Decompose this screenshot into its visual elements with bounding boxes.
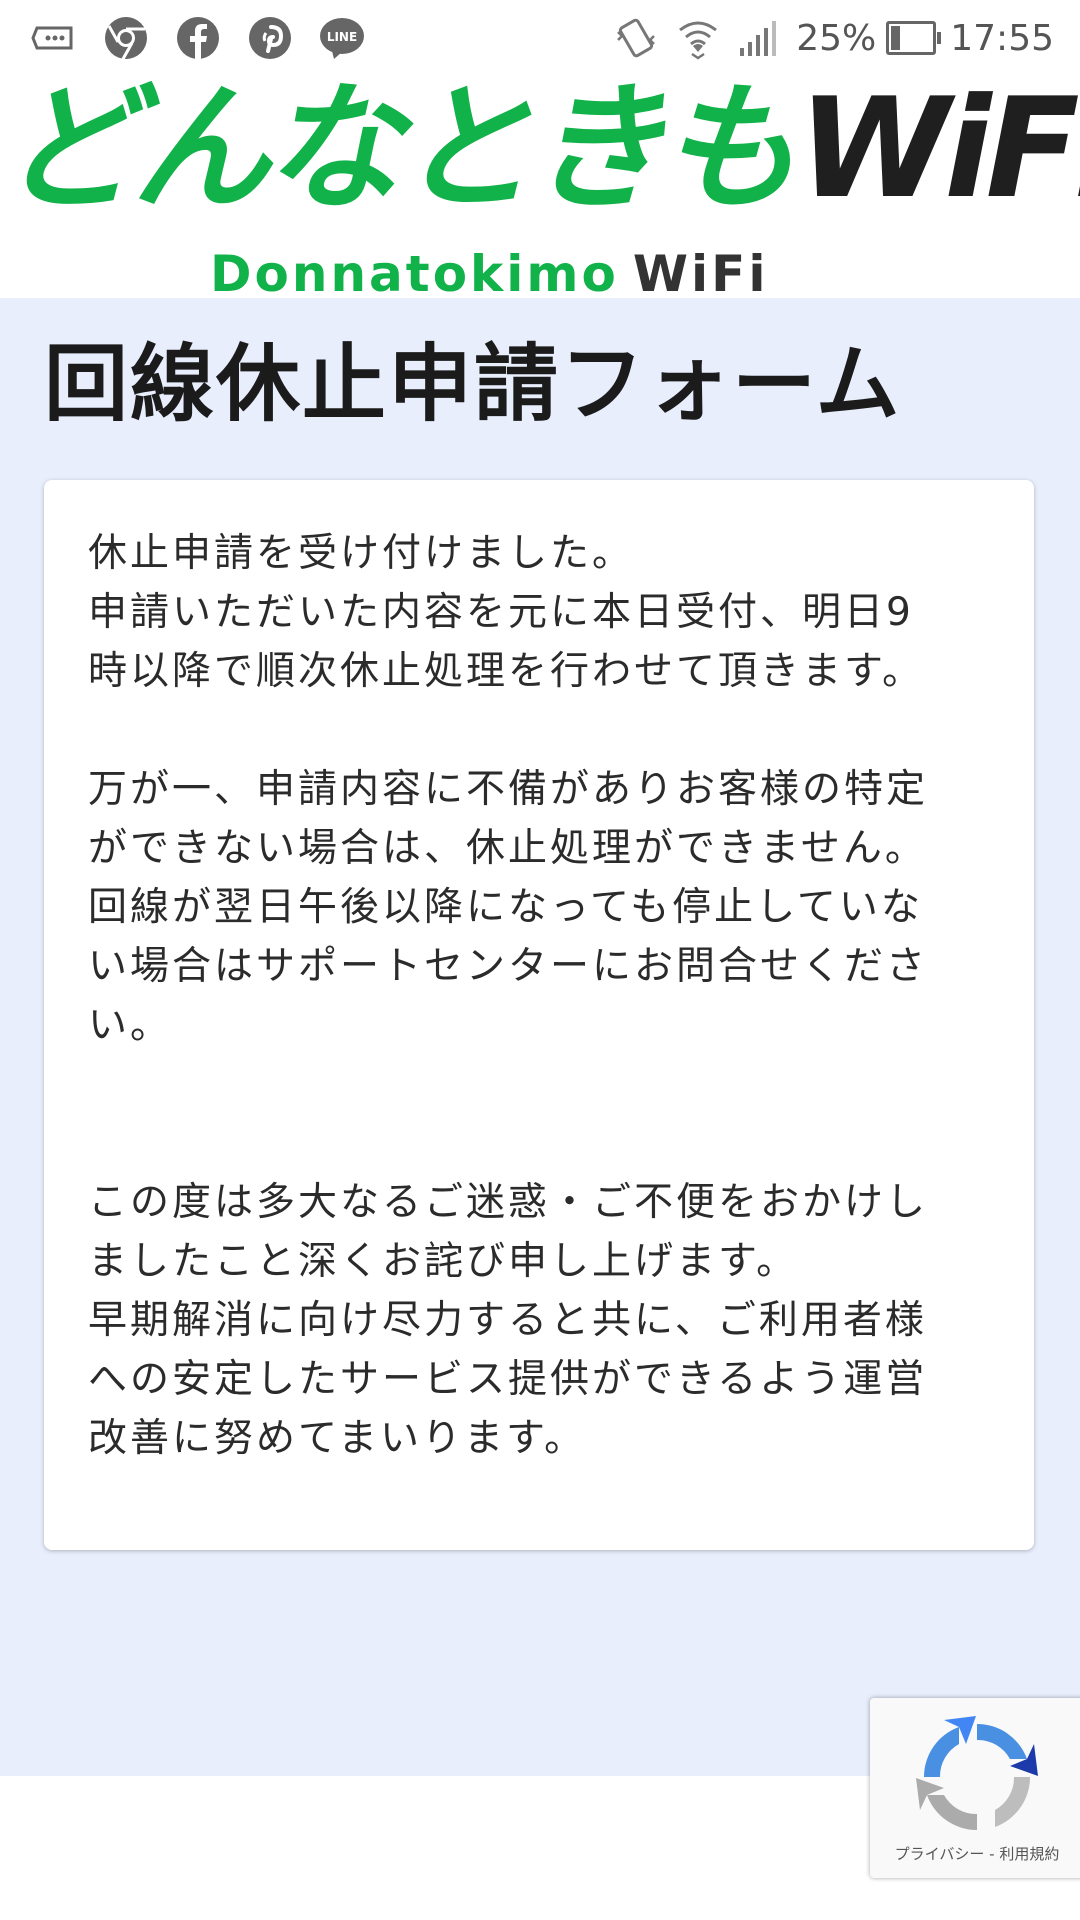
battery-icon bbox=[886, 21, 942, 55]
pinterest-icon bbox=[246, 14, 294, 62]
system-icons: 25% 17:55 bbox=[614, 10, 1054, 66]
site-logo[interactable]: どんなときもWiFi DonnatokimoWiFi bbox=[0, 76, 1080, 302]
recaptcha-icon bbox=[916, 1716, 1038, 1831]
battery-percent: 25% bbox=[796, 17, 877, 59]
facebook-icon bbox=[174, 14, 222, 62]
confirmation-card: 休止申請を受け付けました。 申請いただいた内容を元に本日受付、明日9 時以降で順… bbox=[44, 480, 1034, 1550]
logo-jp-text: どんなときも bbox=[0, 68, 798, 229]
message-line: 万が一、申請内容に不備がありお客様の特定 bbox=[88, 767, 929, 812]
logo-sub-wifi: WiFi bbox=[632, 245, 769, 303]
signal-icon bbox=[738, 18, 778, 58]
message-line: への安定したサービス提供ができるよう運営 bbox=[88, 1357, 928, 1402]
message-paragraph-3: この度は多大なるご迷惑・ご不便をおかけし ましたこと深くお詫び申し上げます。 早… bbox=[88, 1173, 992, 1468]
logo-subtitle: Donnatokimo WiFi bbox=[210, 246, 768, 302]
message-line: 休止申請を受け付けました。 bbox=[88, 531, 635, 576]
message-line: この度は多大なるご迷惑・ご不便をおかけし bbox=[88, 1180, 929, 1225]
notification-icons: LINE bbox=[30, 14, 390, 62]
message-line: ができない場合は、休止処理ができません。 bbox=[88, 826, 927, 871]
main-content: 回線休止申請フォーム 休止申請を受け付けました。 申請いただいた内容を元に本日受… bbox=[0, 298, 1080, 1776]
message-line: 時以降で順次休止処理を行わせて頂きます。 bbox=[88, 649, 925, 694]
logo-wordmark: どんなときもWiFi bbox=[0, 76, 1080, 221]
logo-sub-brand: Donnatokimo bbox=[210, 245, 619, 303]
vibrate-icon bbox=[614, 16, 658, 60]
message-line: 改善に努めてまいります。 bbox=[88, 1416, 587, 1461]
page-title: 回線休止申請フォーム bbox=[44, 335, 902, 433]
line-icon: LINE bbox=[318, 14, 366, 62]
message-paragraph-1: 休止申請を受け付けました。 申請いただいた内容を元に本日受付、明日9 時以降で順… bbox=[88, 524, 992, 701]
logo-wifi-text: WiFi bbox=[798, 68, 1080, 229]
message-line: ましたこと深くお詫び申し上げます。 bbox=[88, 1239, 799, 1284]
message-line: い場合はサポートセンターにお問合せくださ bbox=[88, 944, 929, 989]
message-line: 回線が翌日午後以降になっても停止していな bbox=[88, 885, 923, 930]
status-bar: LINE 25% 17:55 bbox=[0, 0, 1080, 76]
message-icon bbox=[30, 14, 78, 62]
message-line: 申請いただいた内容を元に本日受付、明日9 bbox=[88, 590, 914, 635]
recaptcha-badge[interactable]: プライバシー - 利用規約 bbox=[870, 1698, 1080, 1878]
chrome-icon bbox=[102, 14, 150, 62]
message-line: 早期解消に向け尽力すると共に、ご利用者様 bbox=[88, 1298, 927, 1343]
message-paragraph-2: 万が一、申請内容に不備がありお客様の特定 ができない場合は、休止処理ができません… bbox=[88, 760, 992, 1055]
clock: 17:55 bbox=[950, 17, 1054, 59]
message-line: い。 bbox=[88, 1003, 173, 1048]
wifi-icon bbox=[676, 16, 720, 60]
recaptcha-privacy-terms-links[interactable]: プライバシー - 利用規約 bbox=[870, 1843, 1080, 1864]
svg-text:LINE: LINE bbox=[327, 30, 357, 44]
